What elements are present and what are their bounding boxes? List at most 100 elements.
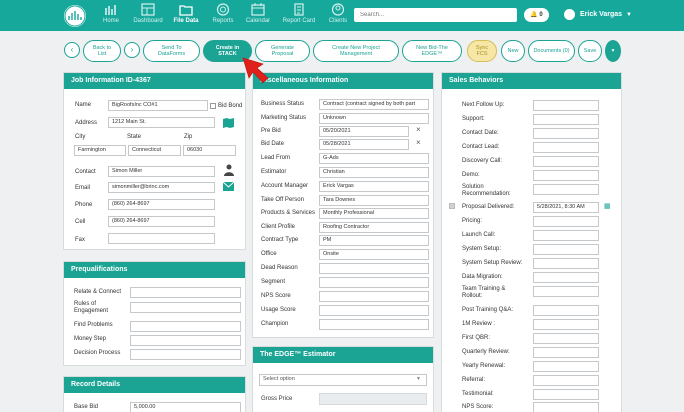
misc-field[interactable]: Monthly Professional xyxy=(319,208,429,219)
clear-date-icon[interactable]: × xyxy=(416,138,421,147)
new-button[interactable]: New xyxy=(501,40,525,62)
misc-field[interactable]: Roofing Contractor xyxy=(319,222,429,233)
sales-field[interactable] xyxy=(533,333,599,344)
phone-field[interactable]: (860) 264-8697 xyxy=(108,199,215,210)
user-menu-caret-icon[interactable]: ▼ xyxy=(626,12,632,18)
bid-bond-checkbox[interactable] xyxy=(210,103,216,109)
misc-field[interactable] xyxy=(319,319,429,330)
misc-field[interactable]: Contract (contract signed by both part xyxy=(319,99,429,110)
save-button[interactable]: Save xyxy=(578,40,602,62)
clear-date-icon[interactable]: × xyxy=(416,125,421,134)
misc-field[interactable]: 05/20/2021 xyxy=(319,126,409,137)
previous-button[interactable]: ‹ xyxy=(64,42,80,58)
email-field[interactable]: simonmiller@brinc.com xyxy=(108,182,215,193)
money-step-field[interactable] xyxy=(130,335,241,346)
nav-report-card[interactable]: Report Card xyxy=(281,3,317,30)
record-details-title: Record Details xyxy=(64,377,245,393)
address-field[interactable]: 1212 Main St. xyxy=(108,117,215,128)
next-button[interactable]: › xyxy=(124,42,140,58)
sales-label: Contact Date: xyxy=(462,130,499,136)
misc-field[interactable] xyxy=(319,305,429,316)
caret-down-icon: ▾ xyxy=(611,48,615,54)
zip-field[interactable]: 06030 xyxy=(183,145,236,156)
sales-field[interactable] xyxy=(533,305,599,316)
sales-field[interactable] xyxy=(533,375,599,386)
email-icon[interactable] xyxy=(223,182,234,191)
contact-person-icon[interactable] xyxy=(224,164,234,176)
sales-field[interactable] xyxy=(533,156,599,167)
misc-field[interactable]: Onsite xyxy=(319,249,429,260)
contact-field[interactable]: Simon Miller xyxy=(108,166,215,177)
sales-label: Discovery Call: xyxy=(462,158,503,164)
more-actions-button[interactable]: ▾ xyxy=(605,40,621,62)
sales-field[interactable] xyxy=(533,319,599,330)
sales-field[interactable] xyxy=(533,272,599,283)
notification-count: 0 xyxy=(539,12,543,18)
red-pointer-arrow xyxy=(242,57,269,84)
find-problems-field[interactable] xyxy=(130,321,241,332)
gross-price-field[interactable] xyxy=(319,393,427,405)
name-field[interactable]: BigRoofsInc CO#1 xyxy=(108,100,208,111)
documents-button[interactable]: Documents (0) xyxy=(528,40,575,62)
sales-field[interactable] xyxy=(533,170,599,181)
misc-field[interactable]: G-Ads xyxy=(319,153,429,164)
sales-field[interactable] xyxy=(533,100,599,111)
sync-fcs-button[interactable]: Sync FCS xyxy=(467,40,497,62)
sales-field[interactable] xyxy=(533,258,599,269)
misc-field[interactable] xyxy=(319,263,429,274)
cell-field[interactable]: (860) 264-8697 xyxy=(108,216,215,227)
nav-clients-label: Clients xyxy=(328,18,348,24)
sales-field[interactable] xyxy=(533,361,599,372)
decision-process-field[interactable] xyxy=(130,349,241,360)
misc-field[interactable]: PM xyxy=(319,235,429,246)
misc-field[interactable]: Unknown xyxy=(319,113,429,124)
report-card-icon xyxy=(294,3,304,16)
proposal-delivered-checkbox[interactable] xyxy=(449,203,455,209)
nav-home[interactable]: Home xyxy=(93,3,129,30)
misc-field[interactable]: Tara Downes xyxy=(319,195,429,206)
app-logo[interactable] xyxy=(64,5,86,27)
map-icon[interactable] xyxy=(223,118,234,128)
fax-field[interactable] xyxy=(108,233,215,244)
state-field[interactable]: Connecticut xyxy=(128,145,181,156)
sales-field[interactable]: 5/28/2021, 8:30 AM xyxy=(533,202,599,213)
nav-dashboard[interactable]: Dashboard xyxy=(130,3,166,30)
rules-of-engagement-field[interactable] xyxy=(130,302,241,313)
sales-field[interactable] xyxy=(533,114,599,125)
create-new-project-button[interactable]: Create New Project Management xyxy=(313,40,399,62)
misc-label: Dead Reason xyxy=(261,265,298,271)
sales-field[interactable] xyxy=(533,184,599,195)
relate-connect-field[interactable] xyxy=(130,287,241,298)
misc-field[interactable] xyxy=(319,291,429,302)
nav-clients[interactable]: Clients xyxy=(320,3,356,30)
sales-field[interactable] xyxy=(533,142,599,153)
misc-field[interactable]: Christian xyxy=(319,167,429,178)
user-name[interactable]: Erick Vargas xyxy=(580,11,622,18)
back-to-list-button[interactable]: Back to List xyxy=(83,40,121,62)
notifications-button[interactable]: 🔔 0 xyxy=(524,8,549,22)
calendar-picker-icon[interactable]: ▦ xyxy=(604,202,611,210)
sales-field[interactable] xyxy=(533,347,599,358)
search-input[interactable] xyxy=(354,8,517,22)
nav-file-data[interactable]: File Data xyxy=(168,3,204,33)
city-field[interactable]: Farmington xyxy=(74,145,126,156)
sales-field[interactable] xyxy=(533,128,599,139)
nav-calendar[interactable]: Calendar xyxy=(240,3,276,30)
nav-reports[interactable]: Reports xyxy=(205,3,241,30)
new-bid-edge-button[interactable]: New Bid-The EDGE™ xyxy=(402,40,462,62)
misc-field[interactable] xyxy=(319,277,429,288)
misc-label: Take Off Person xyxy=(261,197,304,203)
misc-field[interactable]: 05/28/2021 xyxy=(319,139,409,150)
misc-field[interactable]: Erick Vargas xyxy=(319,181,429,192)
sales-field[interactable] xyxy=(533,402,599,412)
base-bid-field[interactable]: 5,000.00 xyxy=(130,402,241,412)
sales-field[interactable] xyxy=(533,389,599,400)
reports-icon xyxy=(216,3,230,16)
sales-field[interactable] xyxy=(533,230,599,241)
sales-field[interactable] xyxy=(533,244,599,255)
edge-option-select[interactable]: Select option ▼ xyxy=(259,374,427,386)
send-to-dataforms-button[interactable]: Send To DataForms xyxy=(143,40,200,62)
user-avatar[interactable] xyxy=(564,9,575,20)
sales-field[interactable] xyxy=(533,286,599,297)
sales-field[interactable] xyxy=(533,216,599,227)
